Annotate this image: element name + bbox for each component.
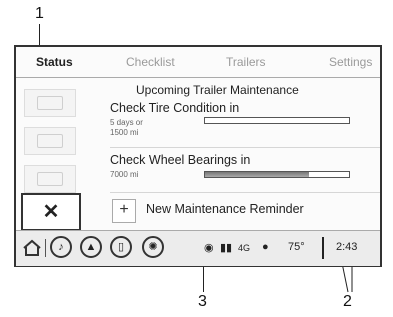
trailer-thumbnail-1[interactable]	[24, 89, 76, 117]
phone-icon[interactable]: ▯	[110, 236, 132, 258]
maintenance-item-2[interactable]: Check Wheel Bearings in 7000 mi	[110, 151, 376, 191]
trailer-icon	[37, 134, 63, 148]
trailer-icon	[37, 172, 63, 186]
add-reminder-button[interactable]: +	[112, 199, 136, 223]
trailer-thumbnail-3[interactable]	[24, 165, 76, 193]
item-title: Check Tire Condition in	[110, 101, 240, 115]
separator	[322, 237, 324, 259]
list-divider	[110, 192, 380, 193]
separator	[45, 239, 46, 257]
tab-bar: Status Checklist Trailers Settings	[16, 47, 380, 78]
trailer-thumbnail-2[interactable]	[24, 127, 76, 155]
tab-settings[interactable]: Settings	[329, 55, 372, 69]
item-subtitle-line-1: 7000 mi	[110, 170, 139, 179]
status-bar: ♪ ▲ ▯ ✺ ◉ ▮▮ 4G ● 75° 2:43	[16, 230, 380, 266]
home-icon[interactable]	[22, 238, 42, 258]
section-title: Upcoming Trailer Maintenance	[136, 83, 299, 97]
tools-button[interactable]: ✕	[21, 193, 81, 231]
audio-icon[interactable]: ♪	[50, 236, 72, 258]
tab-status[interactable]: Status	[36, 55, 73, 69]
signal-icon: ▮▮	[220, 242, 233, 254]
apps-icon[interactable]: ✺	[142, 236, 164, 258]
wrench-screwdriver-icon: ✕	[42, 201, 60, 223]
infotainment-screen: Status Checklist Trailers Settings ✕ Upc…	[14, 45, 382, 267]
progress-bar	[204, 171, 350, 178]
progress-bar	[204, 117, 350, 124]
navigation-icon[interactable]: ▲	[80, 236, 102, 258]
location-pin-icon: ●	[262, 241, 269, 253]
item-subtitle-line-2: 1500 mi	[110, 128, 139, 137]
network-label: 4G	[238, 243, 251, 253]
temperature: 75°	[288, 241, 305, 253]
list-divider	[110, 147, 380, 148]
onstar-eye-icon: ◉	[204, 242, 214, 254]
item-subtitle-line-1: 5 days or	[110, 118, 143, 127]
trailer-icon	[37, 96, 63, 110]
maintenance-item-1[interactable]: Check Tire Condition in 5 days or 1500 m…	[110, 99, 376, 143]
item-title: Check Wheel Bearings in	[110, 153, 251, 167]
tab-trailers[interactable]: Trailers	[226, 55, 266, 69]
progress-fill	[205, 172, 309, 177]
add-reminder-label[interactable]: New Maintenance Reminder	[146, 202, 304, 216]
tab-checklist[interactable]: Checklist	[126, 55, 175, 69]
clock: 2:43	[336, 241, 358, 253]
